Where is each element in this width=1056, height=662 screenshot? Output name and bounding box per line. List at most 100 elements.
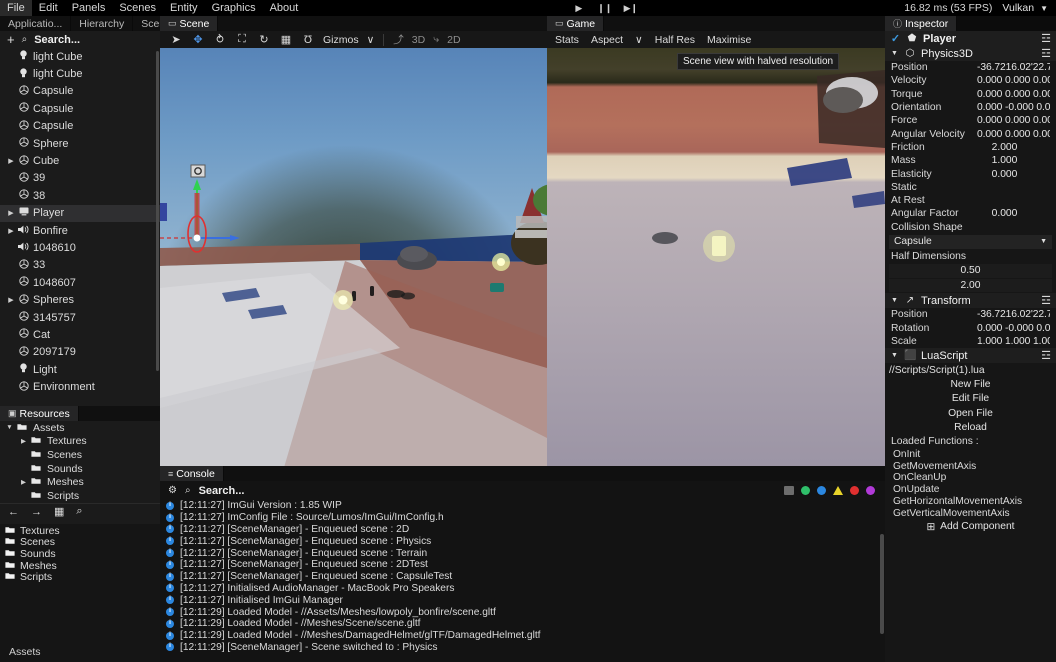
property-value[interactable]: 0.000 0.000 0.000: [977, 75, 1050, 86]
add-entity-icon[interactable]: +: [7, 33, 15, 46]
property-value[interactable]: -36.7216.02'22.70': [977, 309, 1050, 320]
disclosure-triangle-icon[interactable]: ▼: [890, 50, 899, 57]
step-button[interactable]: ▶❙: [624, 2, 638, 14]
mode-3d-icon[interactable]: ⤴: [389, 32, 408, 47]
hierarchy-item[interactable]: ▶Capsule: [0, 100, 160, 117]
hierarchy-tree[interactable]: ▶light Cube▶light Cube▶Capsule▶Capsule▶C…: [0, 48, 160, 406]
scale-tool-icon[interactable]: ⛶: [231, 32, 253, 47]
magnet-snap-icon[interactable]: Ʊ: [297, 32, 319, 47]
search-icon[interactable]: ⌕: [76, 505, 82, 518]
tab-hierarchy[interactable]: Hierarchy: [71, 16, 134, 31]
asset-file-row[interactable]: Scenes: [0, 536, 160, 548]
render-api-selector[interactable]: Vulkan: [996, 2, 1040, 14]
tab-console[interactable]: ≡ Console: [160, 466, 224, 481]
hierarchy-item[interactable]: ▶39: [0, 170, 160, 187]
hierarchy-item[interactable]: ▶Sphere: [0, 135, 160, 152]
hierarchy-search-input[interactable]: Search...: [34, 34, 80, 46]
menu-item-graphics[interactable]: Graphics: [205, 0, 263, 16]
half-dimension-field[interactable]: 2.00: [889, 278, 1052, 293]
chevron-down-icon[interactable]: ▼: [1040, 238, 1047, 245]
property-row[interactable]: Rotation 0.000 -0.000 0.000: [885, 321, 1056, 334]
console-log-row[interactable]: [12:11:27] Initialised AudioManager - Ma…: [160, 583, 885, 595]
rotate-tool-icon[interactable]: ⥁: [209, 32, 231, 47]
back-icon[interactable]: ←: [8, 506, 19, 518]
hierarchy-item[interactable]: ▶Environment: [0, 378, 160, 395]
tab-resources[interactable]: ▣ Resources: [0, 406, 79, 421]
console-log-row[interactable]: [12:11:27] [SceneManager] - Enqueued sce…: [160, 547, 885, 559]
console-log-row[interactable]: [12:11:27] [SceneManager] - Enqueued sce…: [160, 535, 885, 547]
disclosure-triangle-icon[interactable]: ▼: [4, 424, 15, 431]
translate-tool-icon[interactable]: ✥: [187, 32, 209, 47]
property-value[interactable]: 0.000 0.000 0.000: [977, 129, 1050, 140]
hierarchy-scrollbar[interactable]: [156, 51, 159, 371]
warning-filter[interactable]: [833, 486, 843, 495]
edit-file-button[interactable]: Edit File: [885, 392, 1056, 407]
console-scrollbar[interactable]: [880, 534, 884, 634]
hierarchy-item[interactable]: ▶Light: [0, 361, 160, 378]
asset-file-list[interactable]: Textures Scenes Sounds Meshes Scripts Assets: [0, 524, 160, 662]
select-tool-icon[interactable]: ➤: [165, 32, 187, 47]
new-file-button[interactable]: New File: [885, 377, 1056, 392]
component-settings-icon[interactable]: ☲: [1041, 47, 1051, 60]
tab-game[interactable]: ▭ Game: [547, 16, 605, 31]
asset-file-row[interactable]: Meshes: [0, 560, 160, 572]
forward-icon[interactable]: →: [31, 506, 42, 518]
disclosure-triangle-icon[interactable]: ▶: [6, 157, 16, 165]
chevron-down-icon[interactable]: ∨: [363, 34, 379, 46]
mode-2d-icon[interactable]: ⤷: [429, 33, 443, 46]
property-value[interactable]: 1.000 1.000 1.000: [977, 336, 1050, 347]
property-value[interactable]: 0.000: [977, 169, 1050, 180]
menu-item-scenes[interactable]: Scenes: [112, 0, 163, 16]
disclosure-triangle-icon[interactable]: ▶: [18, 437, 29, 445]
hierarchy-item[interactable]: ▶Capsule: [0, 83, 160, 100]
hierarchy-item[interactable]: ▶1048607: [0, 274, 160, 291]
console-log-row[interactable]: [12:11:29] Loaded Model - //Meshes/Scene…: [160, 618, 885, 630]
tab-scene[interactable]: ▭ Scene: [160, 16, 219, 31]
hierarchy-item[interactable]: ▶Cat: [0, 326, 160, 343]
component-settings-icon[interactable]: ☲: [1041, 294, 1051, 307]
property-row[interactable]: Scale 1.000 1.000 1.000: [885, 335, 1056, 348]
hierarchy-item[interactable]: ▶2097179: [0, 344, 160, 361]
asset-folder-row[interactable]: ▼ Assets: [0, 421, 160, 435]
console-log-row[interactable]: [12:11:29] Loaded Model - //Assets/Meshe…: [160, 606, 885, 618]
grid-view-icon[interactable]: ▦: [54, 505, 64, 518]
hierarchy-item[interactable]: ▶ Bonfire: [0, 222, 160, 239]
property-value[interactable]: 2.000: [977, 142, 1050, 153]
tab-application[interactable]: Applicatio...: [0, 16, 72, 31]
property-row[interactable]: Orientation 0.000 -0.000 0.000: [885, 101, 1056, 114]
asset-file-row[interactable]: Sounds: [0, 548, 160, 560]
console-log-row[interactable]: [12:11:29] Loaded Model - //Meshes/Damag…: [160, 630, 885, 642]
console-log-row[interactable]: [12:11:27] [SceneManager] - Enqueued sce…: [160, 559, 885, 571]
aspect-dropdown[interactable]: Aspect: [591, 34, 623, 46]
disclosure-triangle-icon[interactable]: ▶: [6, 227, 16, 235]
asset-file-row[interactable]: Textures: [0, 525, 160, 537]
disclosure-triangle-icon[interactable]: ▶: [6, 209, 16, 217]
menu-item-about[interactable]: About: [263, 0, 306, 16]
hierarchy-item[interactable]: ▶1048610: [0, 239, 160, 256]
property-value[interactable]: 1.000: [977, 155, 1050, 166]
asset-folder-row[interactable]: ▶Scripts: [0, 489, 160, 503]
property-row[interactable]: Torque 0.000 0.000 0.000: [885, 88, 1056, 101]
menu-item-entity[interactable]: Entity: [163, 0, 205, 16]
entity-header[interactable]: ✓ ⬟ Player ☲: [885, 31, 1056, 46]
hierarchy-item[interactable]: ▶ Player: [0, 204, 160, 222]
property-row[interactable]: Position -36.7216.02'22.70': [885, 61, 1056, 74]
entity-settings-icon[interactable]: ☲: [1041, 32, 1051, 45]
asset-folder-row[interactable]: ▶Sounds: [0, 462, 160, 476]
maximise-button[interactable]: Maximise: [707, 34, 751, 46]
console-log-row[interactable]: [12:11:27] [SceneManager] - Enqueued sce…: [160, 524, 885, 536]
property-row[interactable]: Static: [885, 181, 1056, 194]
asset-folder-row[interactable]: ▶ Textures: [0, 435, 160, 449]
chevron-down-icon[interactable]: ▼: [1040, 4, 1056, 13]
add-component-button[interactable]: ⊞ Add Component: [885, 519, 1056, 534]
property-row[interactable]: At Rest: [885, 194, 1056, 207]
component-header-transform[interactable]: ▼ ↗ Transform ☲: [885, 293, 1056, 309]
property-value[interactable]: 0.000: [977, 208, 1050, 219]
hierarchy-item[interactable]: ▶Capsule: [0, 118, 160, 135]
mode-2d-button[interactable]: 2D: [443, 34, 464, 46]
game-viewport[interactable]: [547, 48, 885, 481]
disclosure-triangle-icon[interactable]: ▶: [18, 478, 29, 486]
pause-button[interactable]: ❙❙: [597, 2, 612, 14]
grid-toggle-icon[interactable]: ▦: [275, 32, 297, 47]
reload-button[interactable]: Reload: [885, 421, 1056, 436]
